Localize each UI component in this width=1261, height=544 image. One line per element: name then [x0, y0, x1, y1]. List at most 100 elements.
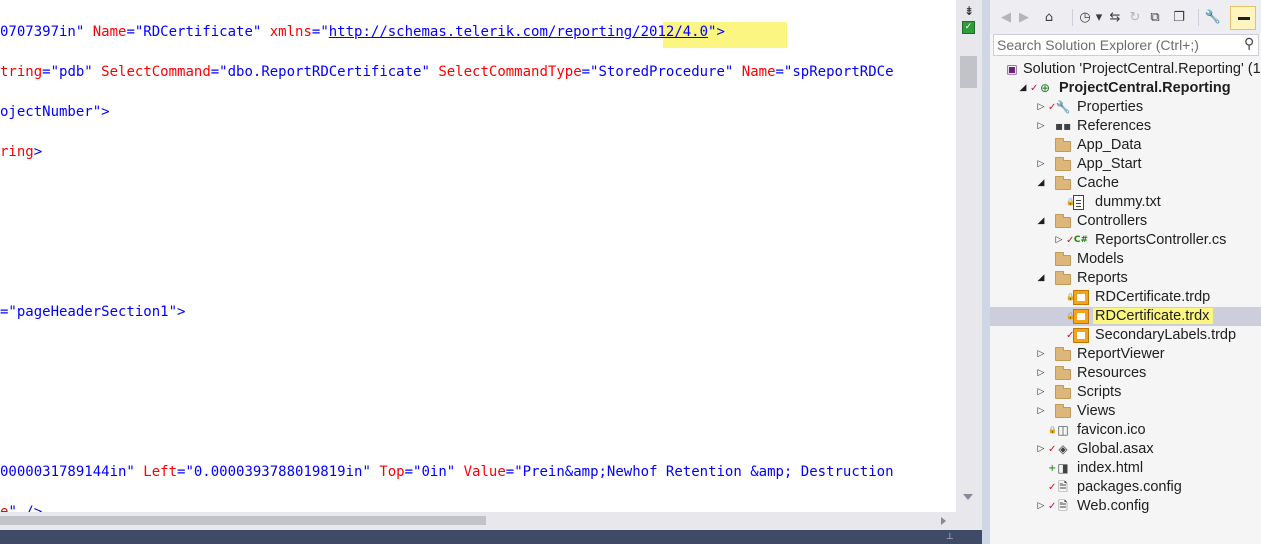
tree-item-global-asax[interactable]: ▷ ✓ ◈ Global.asax: [990, 440, 1261, 459]
refresh-icon[interactable]: ↻: [1126, 9, 1144, 27]
tree-item-label: favicon.ico: [1077, 421, 1146, 440]
collapse-arrow-icon[interactable]: ◢: [1036, 269, 1046, 288]
scroll-right-arrow-icon[interactable]: [941, 517, 946, 525]
tree-item-views[interactable]: ▷ Views: [990, 402, 1261, 421]
folder-icon: [1055, 385, 1071, 399]
tree-item-reports[interactable]: ◢ Reports: [990, 269, 1261, 288]
xml-value: =": [311, 24, 329, 40]
tree-item-label: RDCertificate.trdx: [1093, 307, 1214, 326]
label-text: SecondaryLabels.trdp: [1095, 327, 1237, 343]
xml-value: ="StoredProcedure": [581, 64, 742, 80]
tree-item-models[interactable]: Models: [990, 250, 1261, 269]
tree-item-app-start[interactable]: ▷ App_Start: [990, 155, 1261, 174]
split-view-icon[interactable]: ⇟: [962, 4, 976, 18]
tree-item-scripts[interactable]: ▷ Scripts: [990, 383, 1261, 402]
properties-wrench-icon[interactable]: 🔧: [1204, 9, 1222, 27]
tree-item-cache[interactable]: ◢ Cache: [990, 174, 1261, 193]
horizontal-scroll-thumb[interactable]: [0, 516, 486, 525]
tree-item-properties[interactable]: ▷ ✓ 🔧 Properties: [990, 98, 1261, 117]
editor-status-strip: ⊥: [0, 530, 982, 544]
tree-item-references[interactable]: ▷ ▪▪ References: [990, 117, 1261, 136]
expand-arrow-icon[interactable]: ▷: [1036, 98, 1046, 117]
search-input[interactable]: [996, 35, 1236, 55]
label-text: Models: [1077, 251, 1124, 267]
folder-icon: [1055, 214, 1071, 228]
label-text: Scripts: [1077, 384, 1122, 400]
xml-value: ="Prein&amp;Newhof Retention &amp; Destr…: [505, 464, 894, 480]
xml-attribute: Name: [741, 64, 776, 80]
sync-icon[interactable]: ⇆: [1106, 9, 1124, 27]
search-icon[interactable]: ⚲: [1244, 36, 1254, 52]
code-line: 0000031789144in" Left="0.000039378801981…: [0, 462, 894, 482]
xml-attribute: Left: [143, 464, 178, 480]
expand-arrow-icon[interactable]: ▷: [1036, 440, 1046, 459]
show-all-files-icon[interactable]: ❐: [1170, 9, 1188, 27]
dropdown-icon[interactable]: ▾: [1094, 9, 1104, 27]
tree-item-solution-projectcentral-reporting-1[interactable]: ▣ Solution 'ProjectCentral.Reporting' (1: [990, 60, 1261, 79]
xml-value: 0000031789144in": [0, 464, 144, 480]
expand-arrow-icon[interactable]: ▷: [1054, 231, 1064, 250]
forward-icon[interactable]: ▶: [1016, 9, 1032, 27]
expand-arrow-icon[interactable]: ▷: [1036, 345, 1046, 364]
scroll-down-arrow-icon[interactable]: [963, 494, 973, 500]
search-box: ⚲: [993, 34, 1259, 56]
resize-grip-icon[interactable]: ⊥: [946, 532, 954, 542]
expand-arrow-icon[interactable]: ▷: [1036, 383, 1046, 402]
tree-item-label: Models: [1077, 250, 1124, 269]
xml-attribute: tring: [0, 64, 43, 80]
label-text: Solution 'ProjectCentral.Reporting' (1: [1023, 61, 1261, 77]
tree-item-dummy-txt[interactable]: 🔒 dummy.txt: [990, 193, 1261, 212]
pane-splitter[interactable]: [982, 0, 990, 544]
tree-item-controllers[interactable]: ◢ Controllers: [990, 212, 1261, 231]
tree-item-app-data[interactable]: App_Data: [990, 136, 1261, 155]
vertical-scrollbar[interactable]: ⇟ ✓: [956, 0, 982, 512]
horizontal-scrollbar[interactable]: [0, 512, 956, 530]
collapse-all-icon[interactable]: ⧉: [1146, 9, 1164, 27]
expand-arrow-icon[interactable]: ▷: [1036, 402, 1046, 421]
xml-code-editor[interactable]: 0707397in" Name="RDCertificate" xmlns="h…: [0, 0, 956, 512]
preview-selected-items-button[interactable]: [1230, 6, 1256, 30]
code-line: ojectNumber">: [0, 102, 110, 122]
label-text: dummy.txt: [1095, 194, 1161, 210]
expand-arrow-icon[interactable]: ▷: [1036, 117, 1046, 136]
expand-arrow-icon[interactable]: ▷: [1036, 497, 1046, 516]
tree-item-web-config[interactable]: ▷ ✓ 🗎 Web.config: [990, 497, 1261, 516]
label-text: App_Data: [1077, 137, 1142, 153]
home-icon[interactable]: ⌂: [1040, 9, 1058, 27]
image-file-icon: ◫: [1057, 423, 1069, 437]
tree-item-rdcertificate-trdx[interactable]: 🔒 RDCertificate.trdx: [990, 307, 1261, 326]
vertical-scroll-thumb[interactable]: [960, 56, 977, 88]
tree-item-projectcentral-reporting[interactable]: ◢ ✓ ⊕ ProjectCentral.Reporting: [990, 79, 1261, 98]
references-icon: ▪▪: [1055, 119, 1072, 133]
wrench-icon: 🔧: [1055, 100, 1071, 114]
tree-item-packages-config[interactable]: ✓ 🗎 packages.config: [990, 478, 1261, 497]
tree-item-reportviewer[interactable]: ▷ ReportViewer: [990, 345, 1261, 364]
preview-icon: [1238, 17, 1250, 20]
xml-namespace-link[interactable]: http://schemas.telerik.com/reporting/201…: [329, 24, 708, 40]
back-icon[interactable]: ◀: [998, 9, 1014, 27]
tree-item-label: Cache: [1077, 174, 1119, 193]
collapse-arrow-icon[interactable]: ◢: [1018, 79, 1028, 98]
tree-item-resources[interactable]: ▷ Resources: [990, 364, 1261, 383]
tree-item-rdcertificate-trdp[interactable]: 🔒 RDCertificate.trdp: [990, 288, 1261, 307]
tree-item-label: SecondaryLabels.trdp: [1095, 326, 1236, 345]
web-project-icon: ⊕: [1039, 81, 1051, 95]
expand-arrow-icon[interactable]: ▷: [1036, 155, 1046, 174]
folder-icon: [1055, 366, 1071, 380]
expand-arrow-icon[interactable]: ▷: [1036, 364, 1046, 383]
history-icon[interactable]: ◷: [1076, 9, 1094, 27]
tree-item-index-html[interactable]: + ◨ index.html: [990, 459, 1261, 478]
tree-item-label: References: [1077, 117, 1151, 136]
tree-item-secondarylabels-trdp[interactable]: ✓ SecondaryLabels.trdp: [990, 326, 1261, 345]
xml-value: >: [33, 144, 43, 160]
tree-item-label: Web.config: [1077, 497, 1149, 516]
tree-item-label: ReportsController.cs: [1095, 231, 1226, 250]
report-file-icon: [1073, 290, 1089, 305]
tree-item-favicon-ico[interactable]: 🔒 ◫ favicon.ico: [990, 421, 1261, 440]
xml-value: ="pdb": [42, 64, 102, 80]
collapse-arrow-icon[interactable]: ◢: [1036, 174, 1046, 193]
xml-attribute: Top: [379, 464, 405, 480]
tree-item-reportscontroller-cs[interactable]: ▷ ✓ C# ReportsController.cs: [990, 231, 1261, 250]
collapse-arrow-icon[interactable]: ◢: [1036, 212, 1046, 231]
tree-item-label: Global.asax: [1077, 440, 1154, 459]
